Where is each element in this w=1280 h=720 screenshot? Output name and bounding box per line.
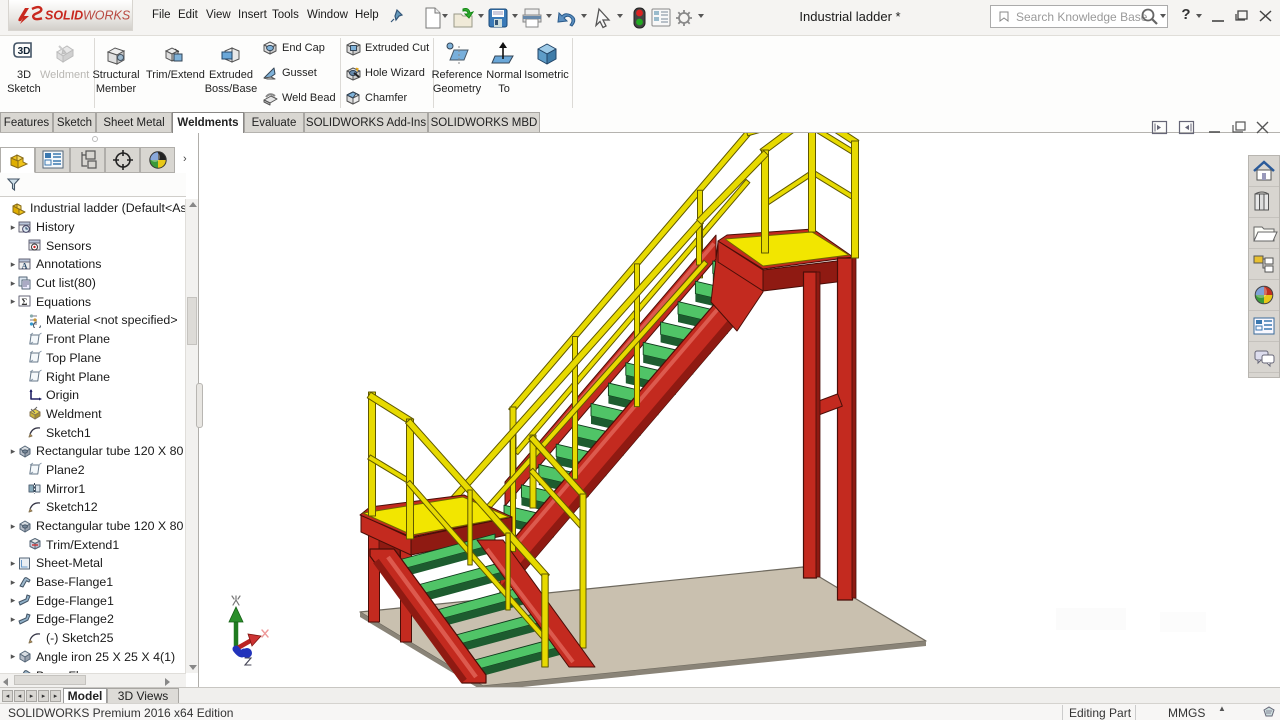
svg-text:WORKS: WORKS	[83, 9, 130, 23]
svg-text:A: A	[22, 261, 28, 270]
svg-text:Σ: Σ	[22, 297, 28, 307]
svg-text:3D: 3D	[18, 46, 31, 57]
svg-text:SOLID: SOLID	[45, 9, 83, 23]
